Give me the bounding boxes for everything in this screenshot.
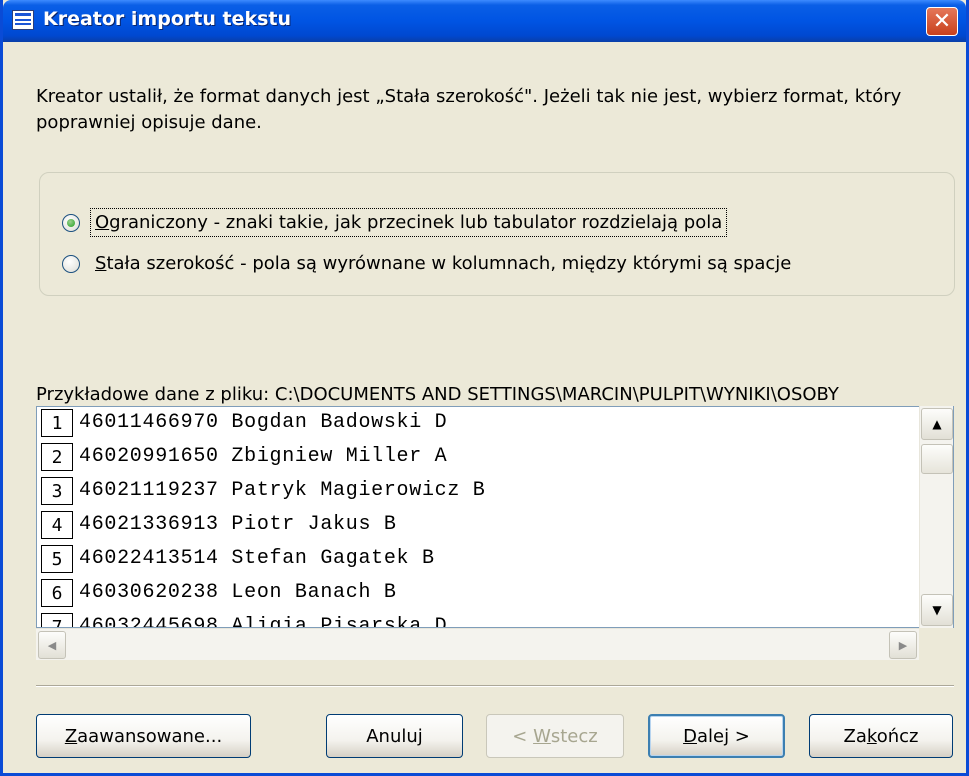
radio-fixed-width[interactable]	[62, 254, 80, 273]
chevron-left-icon: ◀	[47, 638, 57, 652]
window-title: Kreator importu tekstu	[43, 8, 292, 30]
advanced-button-label: Zaawansowane...	[64, 725, 223, 747]
sample-data-label: Przykładowe dane z pliku: C:\DOCUMENTS A…	[36, 384, 839, 405]
cancel-button-label: Anuluj	[366, 725, 423, 747]
title-bar[interactable]: Kreator importu tekstu ✕	[3, 0, 966, 42]
vertical-scrollbar[interactable]: ▲ ▼	[919, 406, 953, 628]
table-row: 7 46032445698 Aligia Pisarska D	[37, 611, 917, 628]
option-fixed-width[interactable]: Stała szerokość - pola są wyrównane w ko…	[62, 253, 791, 274]
format-options-group: Ograniczony - znaki takie, jak przecinek…	[39, 172, 955, 296]
separator-line	[36, 685, 954, 687]
back-button-label: < Wstecz	[512, 725, 598, 747]
next-button-label: Dalej >	[683, 725, 750, 747]
data-preview[interactable]: 1 46011466970 Bogdan Badowski D 2 460209…	[36, 406, 954, 628]
finish-button[interactable]: Zakończ	[809, 714, 953, 758]
vertical-scroll-thumb[interactable]	[921, 444, 953, 474]
row-data: 46032445698 Aligia Pisarska D	[79, 615, 448, 628]
option-delimited-label[interactable]: Ograniczony - znaki takie, jak przecinek…	[89, 208, 728, 237]
table-row: 5 46022413514 Stefan Gagatek B	[37, 543, 917, 574]
table-row: 1 46011466970 Bogdan Badowski D	[37, 407, 917, 438]
chevron-right-icon: ▶	[898, 638, 908, 652]
close-icon: ✕	[932, 9, 952, 34]
close-button[interactable]: ✕	[926, 7, 958, 36]
advanced-button[interactable]: Zaawansowane...	[36, 714, 251, 758]
option-delimited[interactable]: Ograniczony - znaki takie, jak przecinek…	[62, 208, 728, 237]
table-row: 2 46020991650 Zbigniew Miller A	[37, 441, 917, 472]
intro-text: Kreator ustalił, że format danych jest „…	[36, 86, 902, 133]
row-data: 46022413514 Stefan Gagatek B	[79, 547, 435, 570]
radio-delimited[interactable]	[62, 213, 80, 232]
scroll-down-button[interactable]: ▼	[921, 594, 953, 626]
table-row: 6 46030620238 Leon Banach B	[37, 577, 917, 608]
row-number: 5	[41, 545, 73, 573]
back-button[interactable]: < Wstecz	[486, 714, 624, 758]
horizontal-scrollbar[interactable]: ◀ ▶	[36, 628, 919, 660]
import-text-wizard-window: Kreator importu tekstu ✕ Kreator ustalił…	[0, 0, 969, 776]
scroll-left-button[interactable]: ◀	[38, 631, 66, 659]
next-button[interactable]: Dalej >	[648, 714, 785, 758]
finish-button-label: Zakończ	[843, 725, 919, 747]
row-number: 4	[41, 511, 73, 539]
row-data: 46030620238 Leon Banach B	[79, 581, 397, 604]
table-row: 3 46021119237 Patryk Magierowicz B	[37, 475, 917, 506]
row-number: 6	[41, 579, 73, 607]
cancel-button[interactable]: Anuluj	[326, 714, 463, 758]
row-number: 7	[41, 613, 73, 627]
option-fixed-width-label[interactable]: Stała szerokość - pola są wyrównane w ko…	[95, 253, 791, 274]
row-data: 46021336913 Piotr Jakus B	[79, 513, 397, 536]
table-row: 4 46021336913 Piotr Jakus B	[37, 509, 917, 540]
row-number: 1	[41, 409, 73, 437]
scroll-right-button[interactable]: ▶	[889, 631, 917, 659]
row-number: 2	[41, 443, 73, 471]
row-data: 46011466970 Bogdan Badowski D	[79, 411, 448, 434]
chevron-down-icon: ▼	[932, 603, 942, 617]
scroll-up-button[interactable]: ▲	[921, 408, 953, 440]
chevron-up-icon: ▲	[932, 417, 942, 431]
row-data: 46021119237 Patryk Magierowicz B	[79, 479, 486, 502]
app-window-icon	[12, 10, 34, 30]
row-number: 3	[41, 477, 73, 505]
row-data: 46020991650 Zbigniew Miller A	[79, 445, 448, 468]
